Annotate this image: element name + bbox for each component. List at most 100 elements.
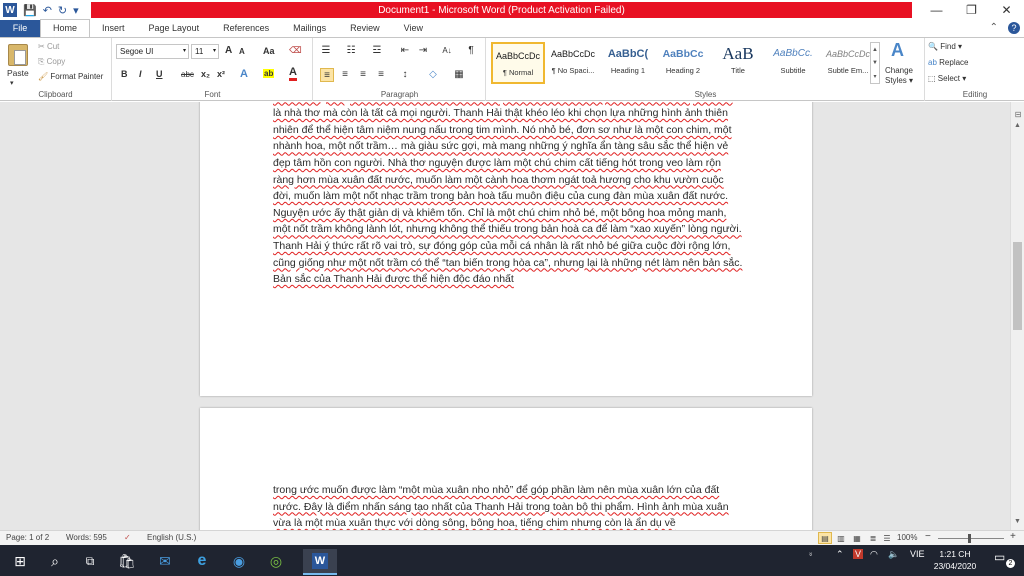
shading-button[interactable]: ◇ [426,68,440,82]
scroll-up-icon[interactable]: ▲ [1011,120,1024,132]
tab-home[interactable]: Home [40,19,91,37]
change-case-button[interactable]: Aa [263,46,275,56]
clear-formatting-icon[interactable]: ⌫ [289,45,302,56]
copy-button[interactable]: ⎘ Copy [38,57,65,67]
word-app-icon[interactable]: W [3,3,17,17]
strikethrough-button[interactable]: abc [181,70,194,79]
tab-references[interactable]: References [211,20,281,37]
increase-indent-button[interactable]: ⇥ [416,44,430,58]
zoom-level[interactable]: 100% [897,533,917,542]
print-layout-view-icon[interactable]: ▤ [818,532,832,544]
underline-button[interactable]: U [156,69,163,79]
zoom-out-button[interactable]: − [925,531,931,542]
multilevel-list-button[interactable]: ☲ [370,44,384,58]
tab-file[interactable]: File [0,20,40,37]
antivirus-icon[interactable]: V [853,549,864,559]
page-2[interactable]: trong ước muốn được làm “một mùa xuân nh… [200,408,812,530]
shrink-font-button[interactable]: A [239,47,245,56]
change-styles-icon[interactable]: A [891,40,904,61]
word-taskbar-button[interactable]: W [303,549,337,575]
vertical-scrollbar[interactable]: ⊟ ▲ ▼ [1010,102,1024,530]
maximize-button[interactable]: ❐ [954,0,989,20]
superscript-button[interactable]: x² [217,69,225,79]
notifications-icon[interactable]: ▭ [994,550,1005,564]
numbering-button[interactable]: ☷ [344,44,358,58]
align-right-button[interactable]: ≡ [356,68,370,82]
zoom-in-button[interactable]: + [1010,531,1016,542]
gallery-more-icon[interactable]: ▾ [873,73,876,80]
document-area[interactable]: đây ý nghĩa. Nếu nhà “tôi” chỉ một cá nh… [0,102,1010,530]
select-button[interactable]: ⬚ Select ▾ [928,74,966,83]
people-icon[interactable]: ⍤ [808,549,813,560]
wifi-icon[interactable]: ◠ [870,549,878,560]
text-effects-button[interactable]: A [240,68,248,80]
word-count[interactable]: Words: 595 [66,533,107,542]
italic-button[interactable]: I [139,69,142,79]
language-status[interactable]: English (U.S.) [147,533,196,542]
tab-page-layout[interactable]: Page Layout [137,20,212,37]
tray-overflow-icon[interactable]: ⌃ [836,549,844,560]
web-layout-icon[interactable]: ▦ [850,532,864,544]
style-subtitle[interactable]: AaBbCc. Subtitle [766,42,820,84]
collapse-ribbon-icon[interactable]: ⌃ [990,22,998,34]
bullets-button[interactable]: ☰ [319,44,333,58]
align-center-button[interactable]: ≡ [338,68,352,82]
redo-icon[interactable]: ↻ [58,4,67,17]
style-subtle-emphasis[interactable]: AaBbCcDc Subtle Em... [821,42,875,84]
line-spacing-button[interactable]: ↕ [398,68,412,82]
gallery-down-icon[interactable]: ▼ [872,60,878,66]
task-view-icon[interactable]: ⧉ [80,551,100,571]
paste-icon[interactable] [8,44,28,66]
align-left-button[interactable]: ≡ [320,68,334,82]
borders-button[interactable]: ▦ [452,68,466,82]
styles-gallery-scroll[interactable]: ▲ ▼ ▾ [870,42,880,84]
style-no-spacing[interactable]: AaBbCcDc ¶ No Spaci... [546,42,600,84]
justify-button[interactable]: ≡ [374,68,388,82]
decrease-indent-button[interactable]: ⇤ [398,44,412,58]
start-icon[interactable]: ⊞ [10,551,30,571]
edge-icon[interactable]: e [192,551,212,571]
full-screen-reading-icon[interactable]: ▥ [834,532,848,544]
bold-button[interactable]: B [121,69,128,79]
zoom-slider-thumb[interactable] [968,534,971,543]
outline-view-icon[interactable]: ≣ [866,532,880,544]
font-size-select[interactable]: 11 ▾ [191,44,219,59]
font-color-button[interactable]: A [289,67,297,81]
format-painter-button[interactable]: 🖌 Format Painter [38,72,103,81]
grow-font-button[interactable]: A [225,45,232,56]
tab-mailings[interactable]: Mailings [281,20,338,37]
gallery-up-icon[interactable]: ▲ [872,47,878,53]
search-icon[interactable]: ⌕ [45,551,65,571]
proofing-icon[interactable]: ✓ [124,533,131,542]
subscript-button[interactable]: x₂ [201,69,210,79]
qat-more-icon[interactable]: ▾ [73,4,79,17]
app-icon[interactable]: ◎ [266,551,286,571]
show-formatting-button[interactable]: ¶ [464,44,478,58]
tab-view[interactable]: View [392,20,435,37]
input-language[interactable]: VIE [910,549,925,559]
clock[interactable]: 1:21 CH 23/04/2020 [928,548,982,572]
style-title[interactable]: AaB Title [711,42,765,84]
scroll-down-icon[interactable]: ▼ [1011,516,1024,528]
sort-button[interactable]: A↓ [440,44,454,58]
store-icon[interactable]: 🛍 [117,551,137,571]
scroll-thumb[interactable] [1013,242,1022,330]
mail-icon[interactable]: ✉ [155,551,175,571]
tab-insert[interactable]: Insert [90,20,137,37]
document-paragraph-1[interactable]: đây ý nghĩa. Nếu nhà “tôi” chỉ một cá nh… [273,102,743,288]
view-ruler-icon[interactable]: ⊟ [1012,110,1024,120]
page-1[interactable]: đây ý nghĩa. Nếu nhà “tôi” chỉ một cá nh… [200,102,812,396]
cut-button[interactable]: ✂ Cut [38,42,59,51]
minimize-button[interactable]: — [919,0,954,20]
highlight-button[interactable]: ab [263,69,275,78]
zoom-slider-track[interactable] [938,538,1004,539]
paste-dropdown-icon[interactable]: ▾ [10,79,14,87]
document-paragraph-2[interactable]: trong ước muốn được làm “một mùa xuân nh… [273,482,743,530]
save-icon[interactable]: 💾 [23,4,37,17]
chrome-icon[interactable]: ◉ [229,551,249,571]
font-family-select[interactable]: Segoe UI ▾ [116,44,189,59]
find-button[interactable]: 🔍 Find ▾ [928,42,962,51]
page-count[interactable]: Page: 1 of 2 [6,533,49,542]
volume-icon[interactable]: 🔈 [888,549,899,560]
tab-review[interactable]: Review [338,20,392,37]
